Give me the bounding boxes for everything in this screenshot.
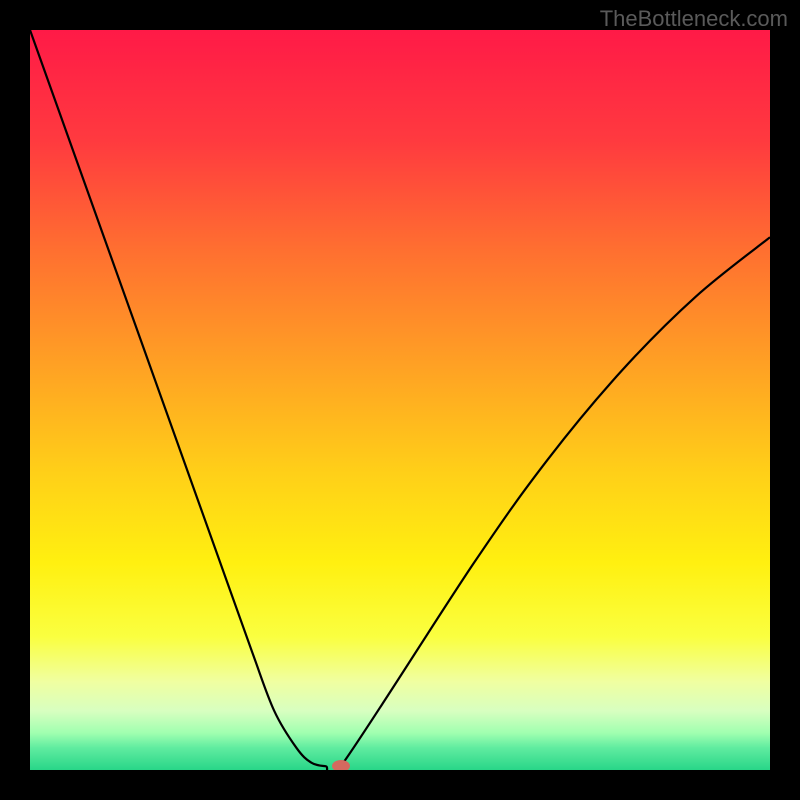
watermark-text: TheBottleneck.com <box>600 6 788 32</box>
plot-area <box>30 30 770 770</box>
optimal-marker <box>332 760 350 770</box>
bottleneck-curve <box>30 30 770 770</box>
